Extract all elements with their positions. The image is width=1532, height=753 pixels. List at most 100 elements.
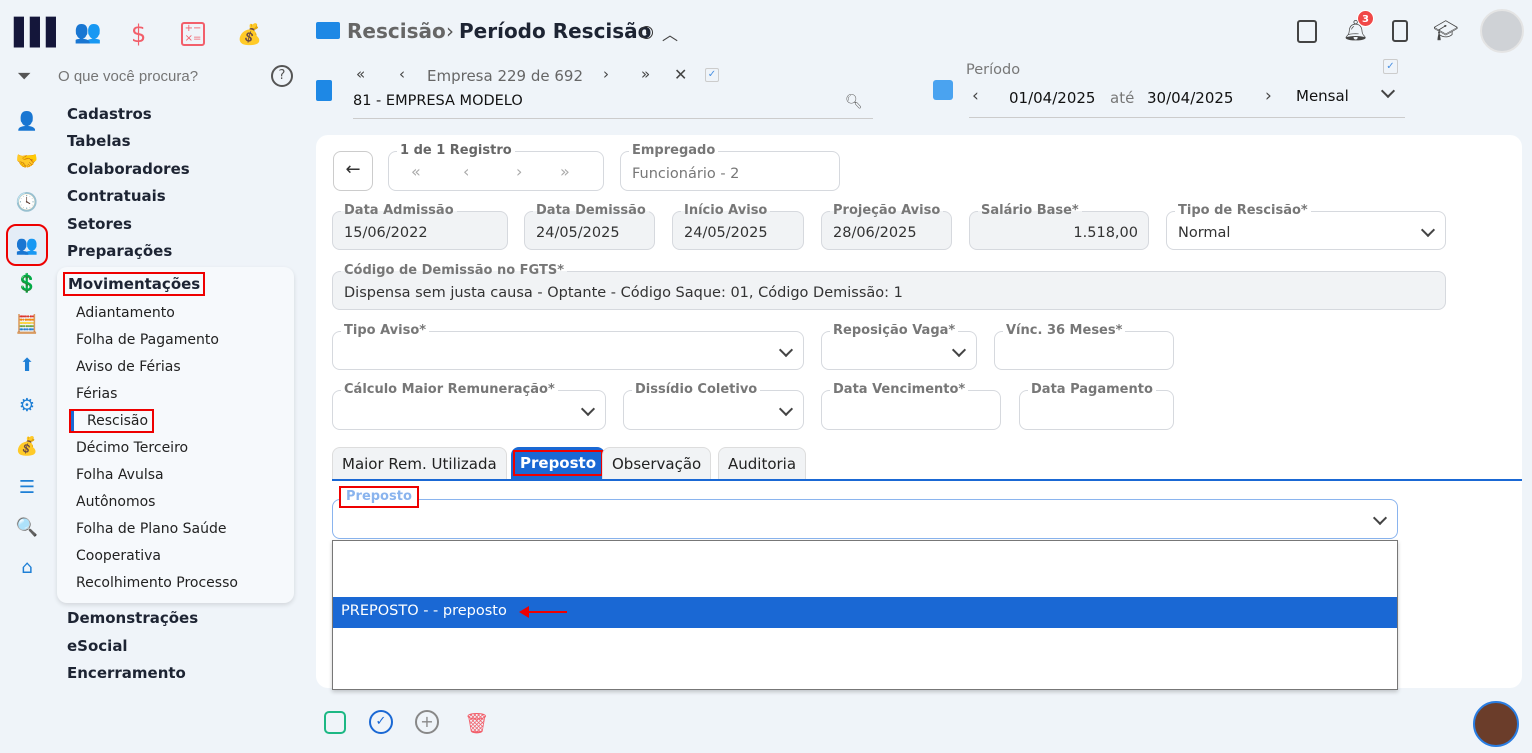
breadcrumb-parent[interactable]: Rescisão — [347, 19, 446, 43]
date-to[interactable]: 30/04/2025 — [1147, 89, 1233, 107]
periodicity-select[interactable]: Mensal — [1296, 87, 1349, 105]
submenu-folha-avulsa[interactable]: Folha Avulsa — [76, 467, 164, 483]
menu-colaboradores[interactable]: Colaboradores — [67, 160, 190, 178]
next-period-button[interactable]: › — [1265, 86, 1272, 106]
delete-button[interactable]: 🗑︎ — [464, 711, 489, 735]
save-button[interactable] — [324, 711, 346, 734]
submenu-decimo-terceiro[interactable]: Décimo Terceiro — [76, 440, 188, 456]
submenu-adiantamento[interactable]: Adiantamento — [76, 305, 175, 321]
tab-preposto[interactable]: Preposto — [511, 447, 606, 480]
report-search-icon[interactable] — [1392, 20, 1408, 42]
reposicao-vaga-select[interactable]: Reposição Vaga* — [821, 323, 977, 370]
tab-auditoria[interactable]: Auditoria — [718, 447, 807, 480]
submenu-recolhimento[interactable]: Recolhimento Processo — [76, 575, 238, 591]
empregado-field[interactable]: Empregado Funcionário - 2 — [620, 143, 840, 191]
app-logo: ▌▌▌ — [14, 18, 66, 48]
collapse-chevron-icon[interactable]: ︿ — [662, 21, 678, 45]
submenu-cooperativa[interactable]: Cooperativa — [76, 548, 161, 564]
back-button[interactable]: ← — [333, 151, 373, 191]
submenu-aviso-ferias[interactable]: Aviso de Férias — [76, 359, 181, 375]
tipo-aviso-select[interactable]: Tipo Aviso* — [332, 323, 804, 370]
tab-preposto-label: Preposto — [512, 450, 604, 476]
module-dollar-icon[interactable]: $ — [131, 20, 146, 48]
tipo-rescisao-select[interactable]: Tipo de Rescisão* Normal — [1166, 203, 1446, 250]
dropdown-option-empty[interactable] — [333, 541, 1397, 597]
menu-setores[interactable]: Setores — [67, 215, 132, 233]
user-settings-icon[interactable]: 👤 — [14, 108, 40, 134]
preposto-select[interactable]: Preposto — [332, 486, 1398, 539]
company-checkbox[interactable]: ✓ — [705, 68, 719, 82]
menu-preparacoes[interactable]: Preparações — [67, 242, 172, 260]
submenu-rescisao[interactable]: Rescisão — [68, 409, 155, 433]
home-icon[interactable]: ⌂ — [14, 554, 40, 580]
calculator-icon[interactable]: 🧮 — [14, 311, 40, 337]
dropdown-option-empty-2[interactable] — [333, 628, 1397, 688]
money-bag-icon[interactable]: 💰 — [14, 433, 40, 459]
last-record-button[interactable]: » — [560, 162, 570, 181]
handshake-icon[interactable]: 🤝 — [14, 148, 40, 174]
inicio-aviso-field: Início Aviso 24/05/2025 — [672, 203, 804, 250]
module-money-bag-icon[interactable]: 💰 — [237, 22, 262, 46]
prev-period-button[interactable]: ‹ — [972, 86, 979, 106]
menu-demonstracoes[interactable]: Demonstrações — [67, 609, 198, 627]
gear-icon[interactable]: ⚙ — [14, 392, 40, 418]
notification-badge: 3 — [1357, 10, 1374, 27]
first-record-button[interactable]: « — [411, 162, 421, 181]
period-checkbox[interactable]: ✓ — [1383, 59, 1398, 74]
graduation-cap-icon[interactable]: 🎓︎ — [1433, 18, 1458, 42]
data-vencimento-label: Data Vencimento* — [830, 382, 969, 398]
submenu-ferias[interactable]: Férias — [76, 386, 117, 402]
help-icon[interactable]: ? — [271, 65, 293, 87]
menu-cadastros[interactable]: Cadastros — [67, 105, 152, 123]
module-calculator-icon[interactable]: +− ×= — [181, 22, 205, 46]
menu-search-input[interactable] — [58, 64, 258, 88]
dollar-circle-icon[interactable]: 💲 — [14, 270, 40, 296]
dissidio-select[interactable]: Dissídio Coletivo — [623, 382, 804, 430]
tab-observacao[interactable]: Observação — [602, 447, 712, 480]
submenu-folha-pagamento[interactable]: Folha de Pagamento — [76, 332, 219, 348]
menu-movimentacoes[interactable]: Movimentações — [62, 272, 206, 296]
data-demissao-field: Data Demissão 24/05/2025 — [524, 203, 655, 250]
vinc-36-meses-field[interactable]: Vínc. 36 Meses* — [994, 323, 1174, 370]
menu-encerramento[interactable]: Encerramento — [67, 664, 186, 682]
document-icon[interactable] — [1297, 20, 1317, 43]
menu-contratuais[interactable]: Contratuais — [67, 187, 166, 205]
clear-company-icon[interactable]: ✕ — [674, 65, 687, 84]
prev-record-button[interactable]: ‹ — [463, 162, 469, 181]
search-icon[interactable]: 🔍 — [14, 514, 40, 540]
chevron-down-icon[interactable] — [1380, 83, 1396, 99]
first-company-button[interactable]: « — [356, 65, 365, 83]
next-record-button[interactable]: › — [516, 162, 522, 181]
last-company-button[interactable]: » — [641, 65, 650, 83]
employees-icon[interactable]: 👥 — [6, 224, 48, 266]
data-demissao-label: Data Demissão — [533, 203, 649, 219]
search-icon[interactable]: 🔍︎ — [845, 94, 863, 110]
layers-icon[interactable]: ☰ — [14, 474, 40, 500]
menu-tabelas[interactable]: Tabelas — [67, 132, 131, 150]
growth-icon[interactable]: ⬆ — [14, 352, 40, 378]
menu-esocial[interactable]: eSocial — [67, 637, 128, 655]
next-company-button[interactable]: › — [603, 65, 609, 83]
submenu-plano-saude[interactable]: Folha de Plano Saúde — [76, 521, 227, 537]
date-from[interactable]: 01/04/2025 — [1009, 89, 1095, 107]
submenu-autonomos[interactable]: Autônomos — [76, 494, 155, 510]
add-button[interactable]: + — [415, 710, 439, 734]
assistant-avatar[interactable] — [1473, 701, 1519, 747]
filter-icon[interactable]: ⏷ — [17, 66, 31, 87]
confirm-button[interactable]: ✓ — [369, 710, 393, 734]
clock-icon[interactable]: 🕓 — [14, 189, 40, 215]
module-people-icon[interactable]: 👥 — [74, 20, 101, 45]
info-icon[interactable]: i — [640, 26, 653, 39]
tab-maior-rem[interactable]: Maior Rem. Utilizada — [332, 447, 507, 480]
salario-base-label: Salário Base* — [978, 203, 1082, 219]
user-avatar[interactable] — [1480, 9, 1524, 53]
page-title: Período Rescisão — [459, 19, 652, 43]
data-vencimento-field[interactable]: Data Vencimento* — [821, 382, 1001, 430]
data-pagamento-field[interactable]: Data Pagamento — [1019, 382, 1174, 430]
dropdown-option-preposto[interactable]: PREPOSTO - - preposto — [333, 597, 1397, 628]
company-input[interactable]: 81 - EMPRESA MODELO — [353, 93, 873, 119]
dissidio-label: Dissídio Coletivo — [632, 382, 761, 398]
calculo-maior-select[interactable]: Cálculo Maior Remuneração* — [332, 382, 606, 430]
prev-company-button[interactable]: ‹ — [399, 65, 405, 83]
period-underline — [969, 117, 1405, 118]
